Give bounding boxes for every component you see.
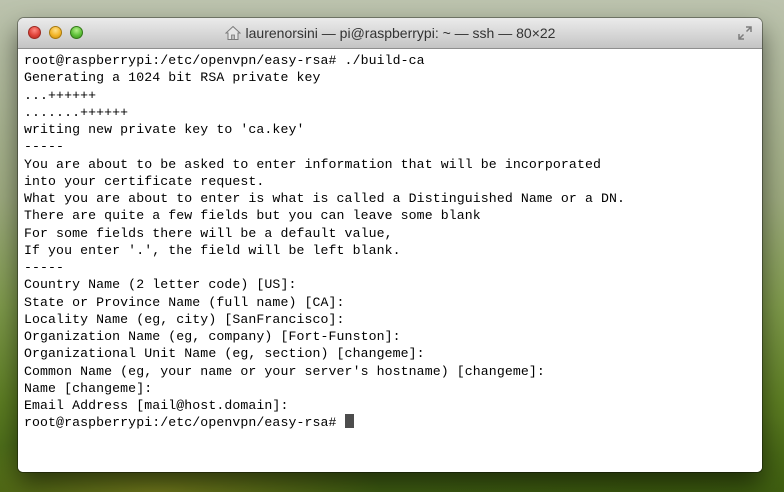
fullscreen-icon[interactable]: [738, 26, 752, 40]
terminal-line: into your certificate request.: [24, 173, 265, 189]
terminal-line: For some fields there will be a default …: [24, 225, 393, 241]
terminal-line: .......++++++: [24, 104, 129, 120]
terminal-output[interactable]: root@raspberrypi:/etc/openvpn/easy-rsa# …: [18, 49, 762, 472]
terminal-line: Common Name (eg, your name or your serve…: [24, 363, 545, 379]
terminal-line: Organization Name (eg, company) [Fort-Fu…: [24, 329, 401, 344]
terminal-line: State or Province Name (full name) [CA]:: [24, 294, 345, 310]
terminal-window: laurenorsini — pi@raspberrypi: ~ — ssh —…: [18, 18, 762, 472]
shell-prompt: root@raspberrypi:/etc/openvpn/easy-rsa#: [24, 415, 345, 431]
terminal-prompt-line[interactable]: root@raspberrypi:/etc/openvpn/easy-rsa#: [24, 414, 762, 431]
terminal-line: If you enter '.', the field will be left…: [24, 242, 401, 258]
terminal-line: -----: [24, 139, 65, 155]
terminal-line: Email Address [mail@host.domain]:: [24, 398, 289, 413]
terminal-line: root@raspberrypi:/etc/openvpn/easy-rsa# …: [24, 53, 425, 68]
title-bar[interactable]: laurenorsini — pi@raspberrypi: ~ — ssh —…: [18, 18, 762, 49]
home-folder-icon: [224, 25, 241, 41]
window-title-group: laurenorsini — pi@raspberrypi: ~ — ssh —…: [18, 18, 762, 48]
terminal-line: There are quite a few fields but you can…: [24, 208, 481, 224]
terminal-line: Generating a 1024 bit RSA private key: [24, 70, 321, 86]
terminal-line: ...++++++: [24, 87, 97, 103]
terminal-line: -----: [24, 260, 65, 275]
text-cursor: [344, 414, 354, 429]
terminal-line: Locality Name (eg, city) [SanFrancisco]:: [24, 311, 345, 327]
terminal-line: Organizational Unit Name (eg, section) […: [24, 346, 425, 362]
terminal-line: Name [changeme]:: [24, 380, 153, 396]
terminal-line: You are about to be asked to enter infor…: [24, 156, 601, 172]
terminal-line: Country Name (2 letter code) [US]:: [24, 277, 297, 293]
window-title: laurenorsini — pi@raspberrypi: ~ — ssh —…: [245, 25, 556, 41]
terminal-line: What you are about to enter is what is c…: [24, 191, 626, 206]
terminal-line: writing new private key to 'ca.key': [24, 122, 305, 137]
